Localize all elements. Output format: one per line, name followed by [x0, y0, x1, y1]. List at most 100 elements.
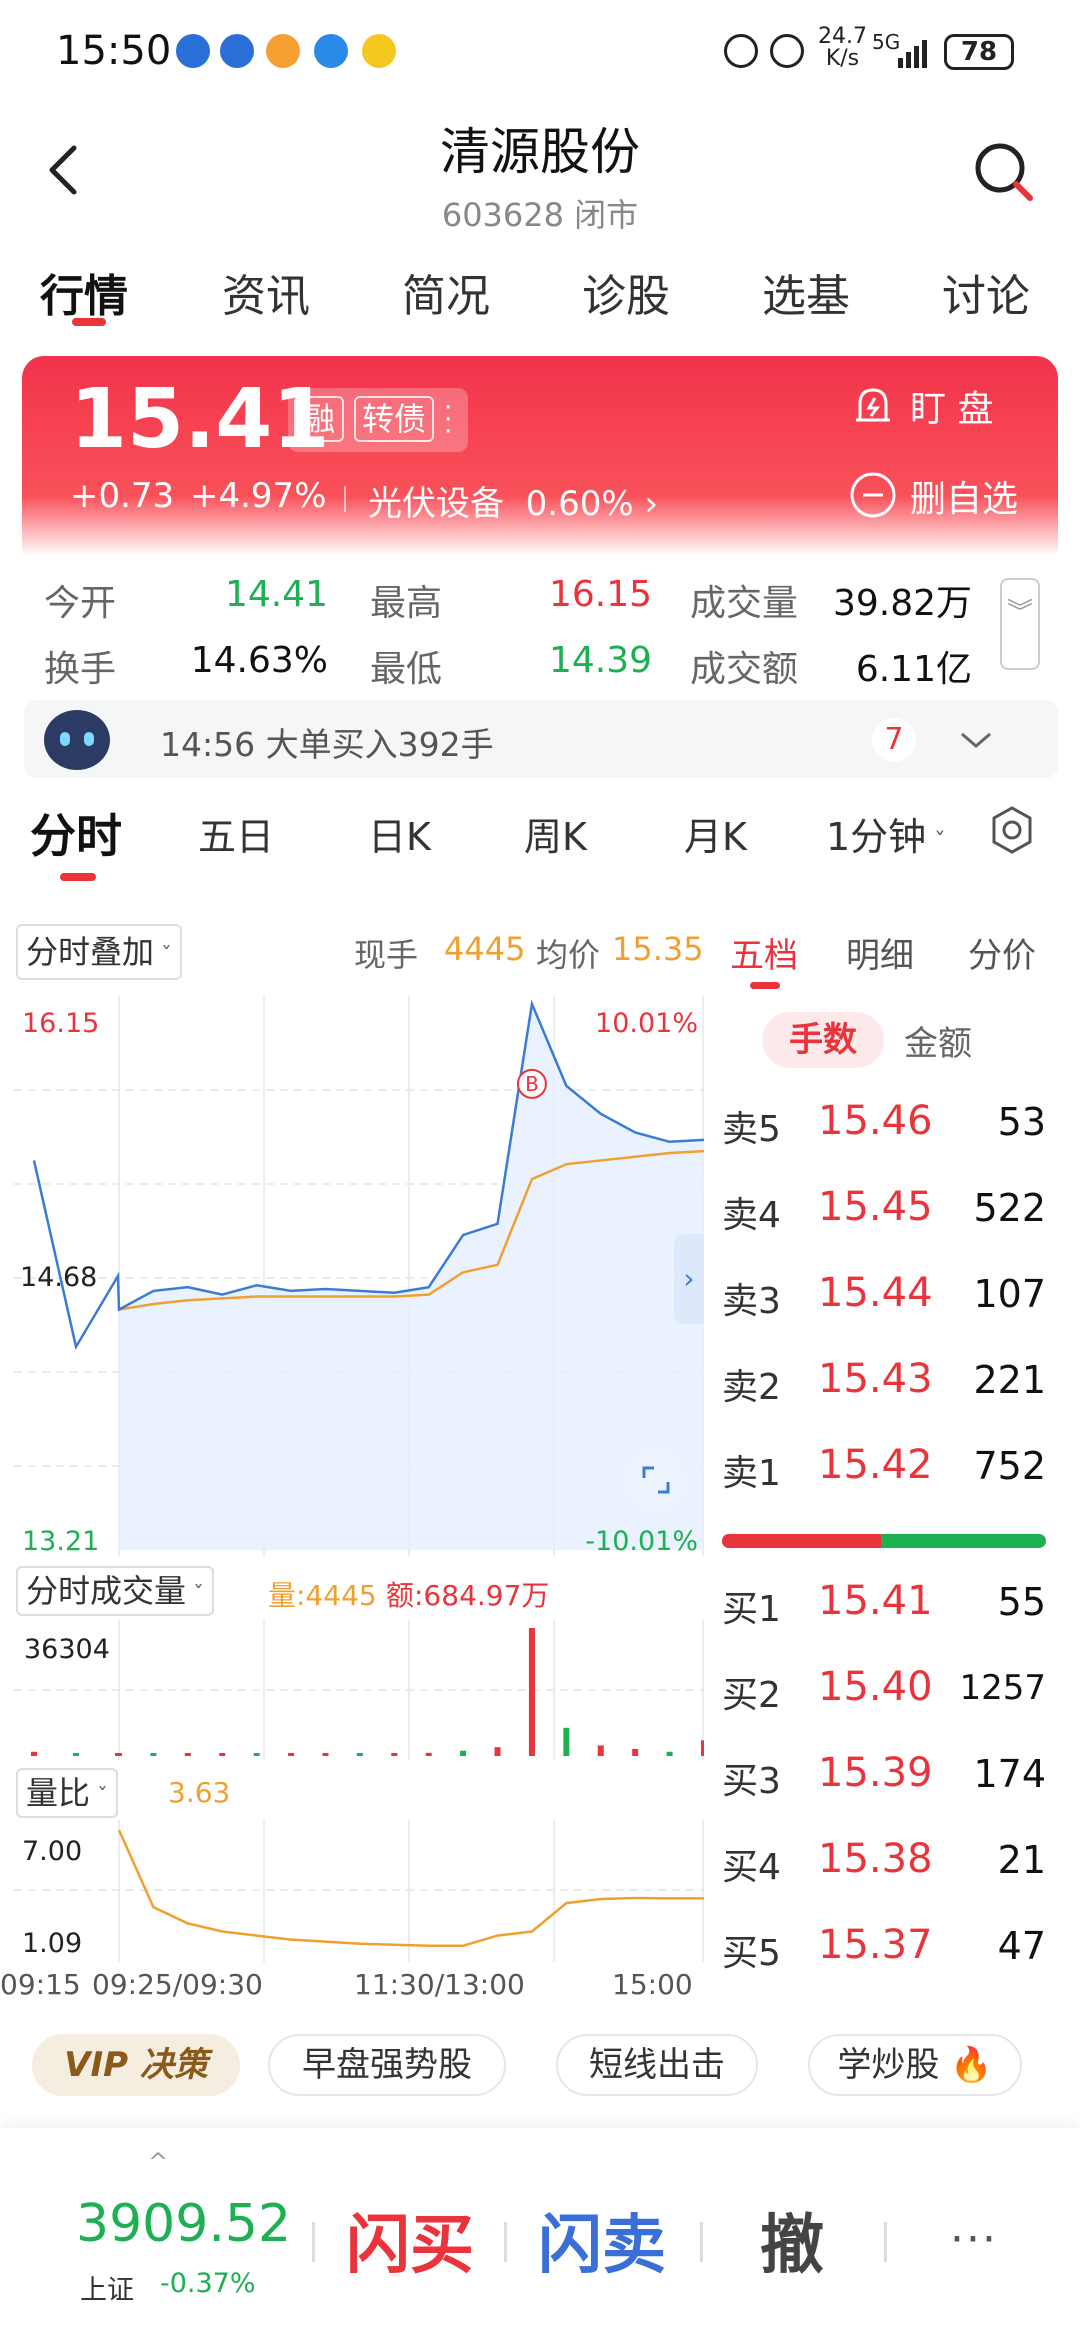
ask-1-price: 15.42: [818, 1442, 933, 1488]
search-icon[interactable]: [972, 140, 1036, 204]
bid-4-label: 买4: [722, 1847, 781, 1888]
morning-strong-stocks-chip[interactable]: 早盘强势股: [268, 2034, 506, 2096]
ask-5-volume: 53: [997, 1100, 1046, 1144]
pct-tick-low: -10.01%: [585, 1526, 698, 1556]
volume-bar: [116, 1753, 122, 1756]
volume-bar: [184, 1753, 191, 1756]
tab-order-book[interactable]: 五档: [730, 928, 798, 977]
alarm-icon: [770, 34, 804, 68]
ratio-bottom-label: 1.09: [22, 1928, 82, 1959]
signal-icon: [898, 40, 927, 68]
chevron-down-icon: ˇ: [926, 828, 946, 856]
toggle-lots[interactable]: 手数: [762, 1012, 884, 1068]
intraday-price-chart[interactable]: B 16.15 14.68 13.21 10.01% -10.01%: [14, 996, 704, 1556]
volume-chart: 36304: [14, 1620, 704, 1760]
bid-1-label: 买1: [722, 1589, 781, 1630]
tab-diagnose[interactable]: 诊股: [582, 260, 670, 324]
volume-ratio-chart: 7.00 1.09: [14, 1820, 704, 1962]
overlay-select[interactable]: 分时叠加 ˇ: [16, 924, 183, 980]
bid-4-price: 15.38: [818, 1836, 933, 1882]
ask-5-price: 15.46: [818, 1098, 933, 1144]
watch-button[interactable]: 盯 盘: [910, 380, 993, 432]
remove-watchlist-button[interactable]: 删自选: [910, 470, 1018, 522]
fullscreen-button[interactable]: [624, 1448, 688, 1512]
volume-bar: [31, 1751, 37, 1756]
tab-discussion[interactable]: 讨论: [942, 260, 1030, 324]
low-value: 14.39: [548, 640, 652, 681]
collapse-panel-tab[interactable]: ›: [674, 1234, 704, 1324]
volume-bar: [73, 1753, 79, 1756]
time-tick-0915: 09:15: [0, 1968, 81, 2001]
bid-5-volume: 47: [997, 1924, 1046, 1968]
volume-bar: [150, 1753, 157, 1756]
bid-2-volume: 1257: [959, 1668, 1046, 1708]
volume-bar: [528, 1628, 535, 1756]
ask-3-price: 15.44: [818, 1270, 933, 1316]
data-saver-icon: [724, 34, 758, 68]
cancel-order-button[interactable]: 撤: [760, 2194, 824, 2286]
tab-price-distribution[interactable]: 分价: [968, 928, 1036, 977]
turnover-label: 换手: [44, 649, 117, 690]
minus-circle-icon: [850, 472, 896, 518]
period-tab-5day[interactable]: 五日: [198, 806, 274, 861]
open-label: 今开: [44, 583, 117, 624]
toggle-amount[interactable]: 金额: [904, 1016, 972, 1065]
volume-bar: [701, 1740, 704, 1756]
volume-label: 成交量: [690, 583, 799, 624]
tab-tick-detail[interactable]: 明细: [846, 928, 914, 977]
period-tab-intraday[interactable]: 分时: [30, 800, 122, 866]
volume-select[interactable]: 分时成交量 ˇ: [16, 1566, 215, 1616]
low-label: 最低: [370, 649, 443, 690]
chevron-down-icon[interactable]: [958, 728, 994, 752]
volume-bar: [597, 1745, 604, 1756]
period-tab-1min[interactable]: 1分钟 ˇ: [826, 806, 946, 861]
chevron-up-icon[interactable]: ^: [148, 2148, 168, 2176]
status-time: 15:50: [56, 28, 172, 74]
chevron-right-icon: ›: [644, 484, 659, 524]
period-tab-daily[interactable]: 日K: [368, 806, 431, 861]
index-value[interactable]: 3909.52: [76, 2194, 291, 2254]
flash-buy-button[interactable]: 闪买: [346, 2194, 474, 2286]
shopping-app-icon: [266, 34, 300, 68]
price-change-pct: +4.97%: [190, 476, 327, 516]
bid-5-price: 15.37: [818, 1922, 933, 1968]
price-change: +0.73: [70, 476, 175, 516]
high-label: 最高: [370, 583, 443, 624]
bid-5-label: 买5: [722, 1933, 781, 1974]
bid-2-price: 15.40: [818, 1664, 933, 1710]
avg-price-value: 15.35: [612, 930, 704, 968]
tab-fund-select[interactable]: 选基: [762, 260, 850, 324]
video-app-icon: [362, 34, 396, 68]
ask-2-label: 卖2: [722, 1367, 781, 1408]
divider: [884, 2222, 887, 2262]
tab-active-indicator: [72, 318, 106, 326]
short-term-chip[interactable]: 短线出击: [556, 2034, 758, 2096]
learn-trading-chip[interactable]: 学炒股 🔥: [808, 2034, 1022, 2096]
tab-profile[interactable]: 简况: [402, 260, 490, 324]
battery-icon: 78: [944, 34, 1014, 70]
gear-icon[interactable]: [986, 804, 1038, 856]
vip-decision-chip[interactable]: VIP 决策: [32, 2034, 240, 2096]
tab-quote[interactable]: 行情: [40, 260, 128, 324]
badge-group[interactable]: 融 转债 · · ·: [288, 388, 468, 452]
ask-2-price: 15.43: [818, 1356, 933, 1402]
ratio-select[interactable]: 量比 ˇ: [16, 1768, 119, 1818]
amount-label: 成交额: [690, 649, 799, 690]
news-text: 14:56 大单买入392手: [160, 725, 494, 764]
flash-sell-button[interactable]: 闪卖: [538, 2194, 666, 2286]
volume-bar: [494, 1747, 501, 1756]
divider: [700, 2222, 703, 2262]
y-tick-high: 16.15: [22, 1008, 99, 1039]
volume-value: 39.82万: [832, 583, 972, 624]
ask-4-volume: 522: [973, 1186, 1046, 1230]
bid-4-volume: 21: [997, 1838, 1046, 1882]
tab-news[interactable]: 资讯: [222, 260, 310, 324]
index-name: 上证: [80, 2275, 134, 2306]
more-menu-button[interactable]: ···: [950, 2214, 998, 2265]
sector-link[interactable]: 光伏设备 0.60% ›: [368, 476, 658, 525]
period-tab-weekly[interactable]: 周K: [524, 806, 587, 861]
volume-bar: [356, 1753, 363, 1756]
period-tab-monthly[interactable]: 月K: [684, 806, 747, 861]
robot-avatar-icon: [44, 710, 110, 770]
expand-quote-button[interactable]: ︾: [1000, 578, 1040, 670]
